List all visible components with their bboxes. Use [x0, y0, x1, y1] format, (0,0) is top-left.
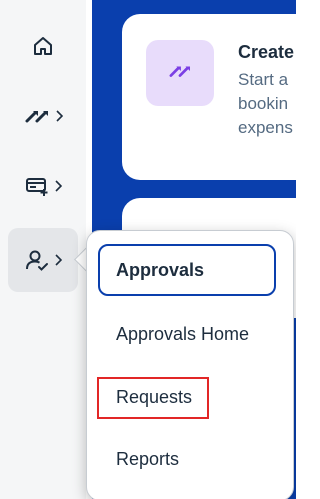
menu-item-requests[interactable]: Requests — [116, 387, 192, 408]
description-line: bookin — [238, 94, 289, 113]
expense-card-icon — [25, 175, 49, 197]
menu-item-approvals-home[interactable]: Approvals Home — [116, 324, 249, 345]
approvals-person-icon — [25, 248, 49, 272]
approvals-menu-popover: Approvals Approvals Home Requests Report… — [86, 230, 294, 499]
sidebar-item-expense[interactable] — [8, 154, 78, 218]
create-card-icon-box — [146, 40, 214, 106]
chevron-right-icon — [55, 110, 63, 122]
sidebar-item-home[interactable] — [8, 14, 78, 78]
create-card[interactable]: Create Start a bookin expens — [122, 14, 296, 180]
create-card-description: Start a bookin expens — [238, 68, 293, 140]
travel-arrows-icon — [24, 105, 50, 127]
create-card-title: Create — [238, 42, 295, 62]
description-line: Start a — [238, 70, 289, 89]
sidebar-item-approvals[interactable] — [8, 228, 78, 292]
chevron-right-icon — [54, 180, 62, 192]
app-page: Create Start a bookin expens Approvals A… — [0, 0, 296, 499]
menu-header-approvals[interactable]: Approvals — [98, 244, 276, 296]
sidebar — [0, 0, 86, 499]
home-icon — [31, 34, 55, 58]
travel-arrows-icon — [168, 61, 192, 86]
chevron-right-icon — [54, 254, 62, 266]
sidebar-item-travel[interactable] — [8, 84, 78, 148]
description-line: expens — [238, 118, 293, 137]
menu-item-reports[interactable]: Reports — [116, 449, 179, 470]
